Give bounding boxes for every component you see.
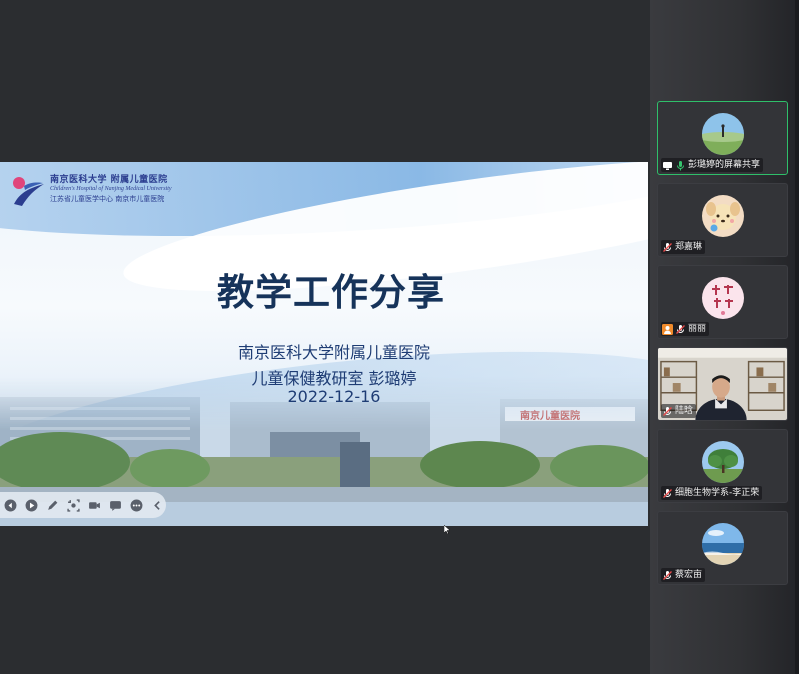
mic-muted-icon: [662, 570, 673, 581]
collapse-icon[interactable]: [149, 497, 165, 513]
slide-title: 教学工作分享: [217, 271, 445, 314]
participant-name: 陆晗: [675, 406, 694, 416]
camera-icon[interactable]: [86, 497, 102, 513]
participant-name: 彭璐婷的屏幕共享: [688, 160, 761, 170]
building-sign: 南京儿童医院: [520, 409, 580, 422]
crop-icon[interactable]: [65, 497, 81, 513]
participant-tile[interactable]: 细胞生物学系-李正荣: [657, 429, 788, 503]
slide-subtitle-line: 2022-12-16: [287, 387, 381, 406]
pen-icon[interactable]: [44, 497, 60, 513]
logo-line-1: 南京医科大学 附属儿童医院: [50, 175, 168, 185]
mic-on-icon: [675, 160, 686, 171]
participant-tile[interactable]: 彭璐婷的屏幕共享: [657, 101, 788, 175]
mouse-cursor-icon: [444, 525, 450, 534]
mic-muted-icon: [662, 406, 673, 417]
participant-name: 郑嘉琳: [675, 242, 703, 252]
participant-name-bar: 彭璐婷的屏幕共享: [661, 158, 764, 172]
participant-tile[interactable]: 丽丽: [657, 265, 788, 339]
mic-muted-icon: [662, 242, 673, 253]
slide-subtitle-line: 南京医科大学附属儿童医院: [237, 343, 430, 362]
comment-icon[interactable]: [107, 497, 123, 513]
participant-name-bar: 郑嘉琳: [661, 240, 706, 254]
avatar: [702, 113, 744, 155]
slide-subtitle-line: 儿童保健教研室 彭璐婷: [251, 369, 417, 388]
shared-screen-area: 南京儿童医院 南京医科大学 附属儿童医院 Children's Hospital…: [0, 0, 650, 674]
avatar: [702, 523, 744, 565]
presentation-slide: 南京儿童医院 南京医科大学 附属儿童医院 Children's Hospital…: [0, 162, 648, 526]
participant-tile[interactable]: 蔡宏亩: [657, 511, 788, 585]
participant-tile[interactable]: 郑嘉琳: [657, 183, 788, 257]
participant-name-bar: 蔡宏亩: [661, 568, 706, 582]
host-icon: [662, 323, 673, 335]
mic-muted-icon: [662, 488, 673, 499]
participant-name: 丽丽: [688, 324, 707, 334]
hospital-logo: 南京医科大学 附属儿童医院 Children's Hospital of Nan…: [10, 172, 185, 208]
avatar: [702, 441, 744, 483]
logo-line-3: 江苏省儿童医学中心 南京市儿童医院: [50, 195, 165, 203]
mic-muted-icon: [675, 324, 686, 335]
participant-name: 细胞生物学系-李正荣: [675, 488, 760, 498]
avatar: [702, 195, 744, 237]
more-icon[interactable]: [128, 497, 144, 513]
logo-line-2: Children's Hospital of Nanjing Medical U…: [50, 186, 172, 192]
hospital-logo-mark-icon: [13, 177, 44, 206]
participant-name-bar: 细胞生物学系-李正荣: [661, 486, 763, 500]
screen-share-icon: [662, 160, 673, 171]
participant-tile[interactable]: 陆晗: [657, 347, 788, 421]
presentation-toolbar: [0, 492, 166, 518]
avatar: [702, 277, 744, 319]
prev-icon[interactable]: [2, 497, 18, 513]
participant-name-bar: 丽丽: [661, 322, 710, 336]
participant-name: 蔡宏亩: [675, 570, 703, 580]
play-icon[interactable]: [23, 497, 39, 513]
participant-name-bar: 陆晗: [661, 404, 697, 418]
